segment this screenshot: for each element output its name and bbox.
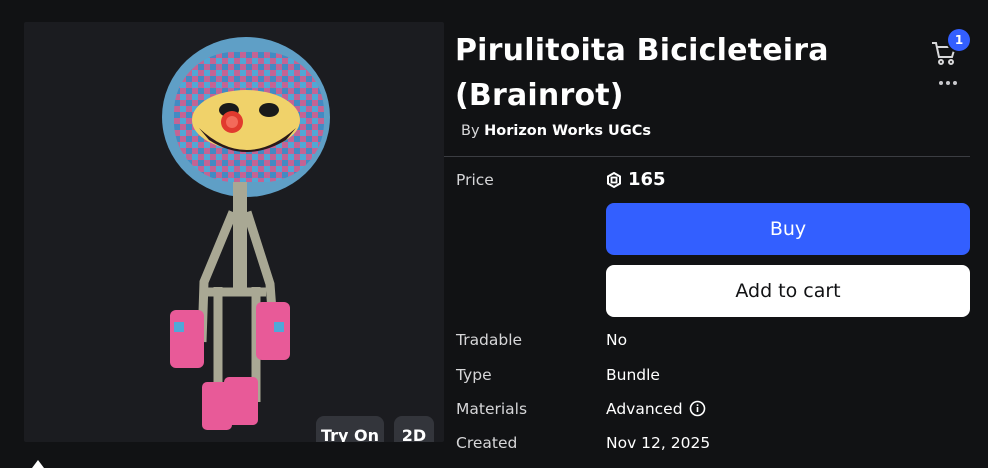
tradable-value: No: [606, 331, 628, 349]
try-on-button[interactable]: Try On: [316, 416, 384, 442]
figure-head: [162, 37, 330, 197]
figure-feet: [202, 377, 258, 430]
type-value: Bundle: [606, 366, 660, 384]
view-2d-button[interactable]: 2D: [394, 416, 434, 442]
item-preview[interactable]: Try On 2D: [24, 22, 444, 442]
more-options-button[interactable]: [936, 78, 960, 88]
price-value: 165: [606, 169, 666, 190]
add-to-cart-button[interactable]: Add to cart: [606, 265, 970, 317]
materials-value: Advanced: [606, 400, 683, 418]
robux-icon: [607, 171, 621, 188]
figure-hands: [170, 302, 290, 368]
item-title: Pirulitoita Bicicleteira (Brainrot): [455, 33, 829, 113]
tradable-label: Tradable: [456, 331, 523, 349]
header-divider: [444, 156, 970, 157]
item-preview-figure: [162, 37, 330, 430]
buy-button[interactable]: Buy: [606, 203, 970, 255]
more-options-icon: [939, 81, 943, 85]
materials-value-row: Advanced: [606, 400, 706, 421]
figure-body: [233, 182, 247, 292]
price-amount: 165: [628, 169, 666, 190]
scroll-up-icon: [32, 460, 44, 468]
materials-label: Materials: [456, 400, 528, 418]
info-icon[interactable]: [689, 400, 706, 421]
type-label: Type: [456, 366, 492, 384]
price-label: Price: [456, 171, 494, 189]
creator-link[interactable]: Horizon Works UGCs: [484, 123, 651, 139]
creator-prefix: By: [461, 123, 480, 139]
created-value: Nov 12, 2025: [606, 434, 711, 452]
created-label: Created: [456, 434, 518, 452]
creator-line: By Horizon Works UGCs: [461, 123, 651, 139]
cart-count-badge: 1: [948, 29, 970, 51]
